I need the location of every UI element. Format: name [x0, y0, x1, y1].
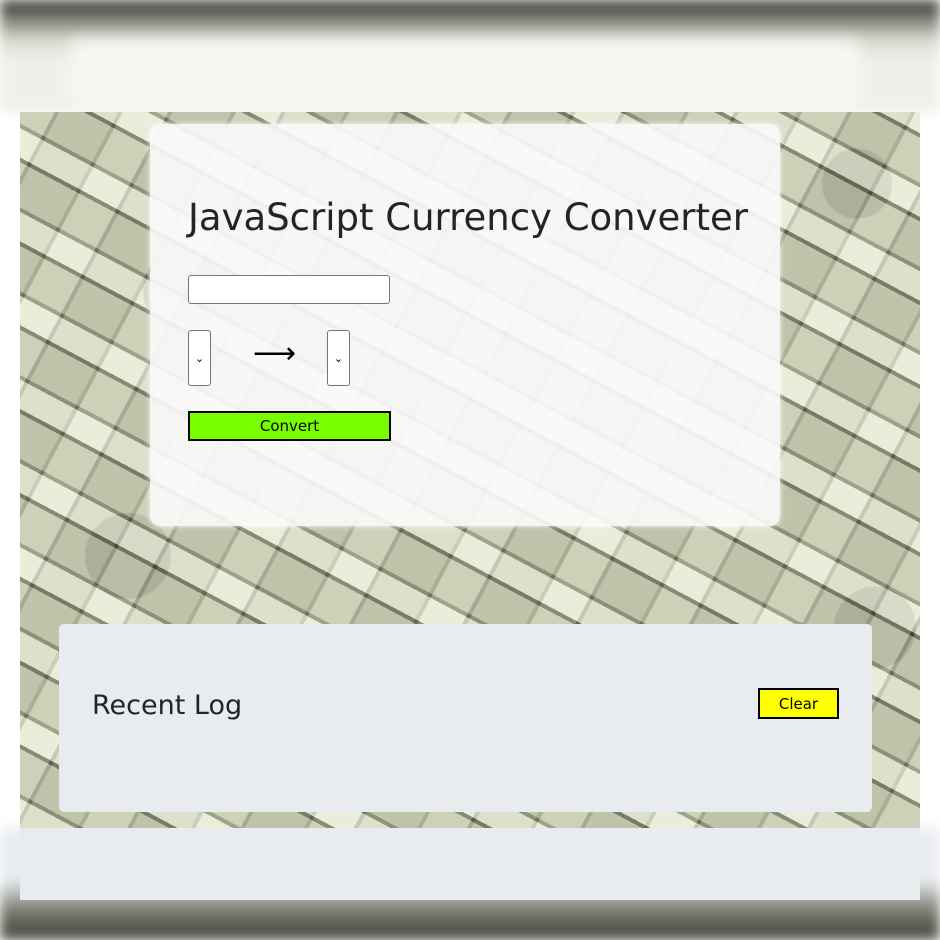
page-title: JavaScript Currency Converter	[188, 196, 748, 239]
arrow-right-icon: ⟶	[253, 336, 297, 371]
converter-card: JavaScript Currency Converter ⌄ ⟶ ⌄ Conv…	[150, 124, 780, 526]
log-title: Recent Log	[92, 690, 243, 721]
from-currency-select[interactable]: ⌄	[188, 330, 211, 386]
chevron-down-icon: ⌄	[194, 351, 205, 365]
recent-log-panel: Recent Log Clear	[59, 624, 872, 812]
chevron-down-icon: ⌄	[333, 351, 344, 365]
amount-input[interactable]	[188, 275, 390, 304]
to-currency-select[interactable]: ⌄	[327, 330, 350, 386]
page-footer-strip	[20, 828, 920, 900]
convert-button[interactable]: Convert	[188, 411, 391, 441]
clear-button[interactable]: Clear	[758, 688, 839, 719]
blurred-top-bar	[70, 40, 860, 110]
